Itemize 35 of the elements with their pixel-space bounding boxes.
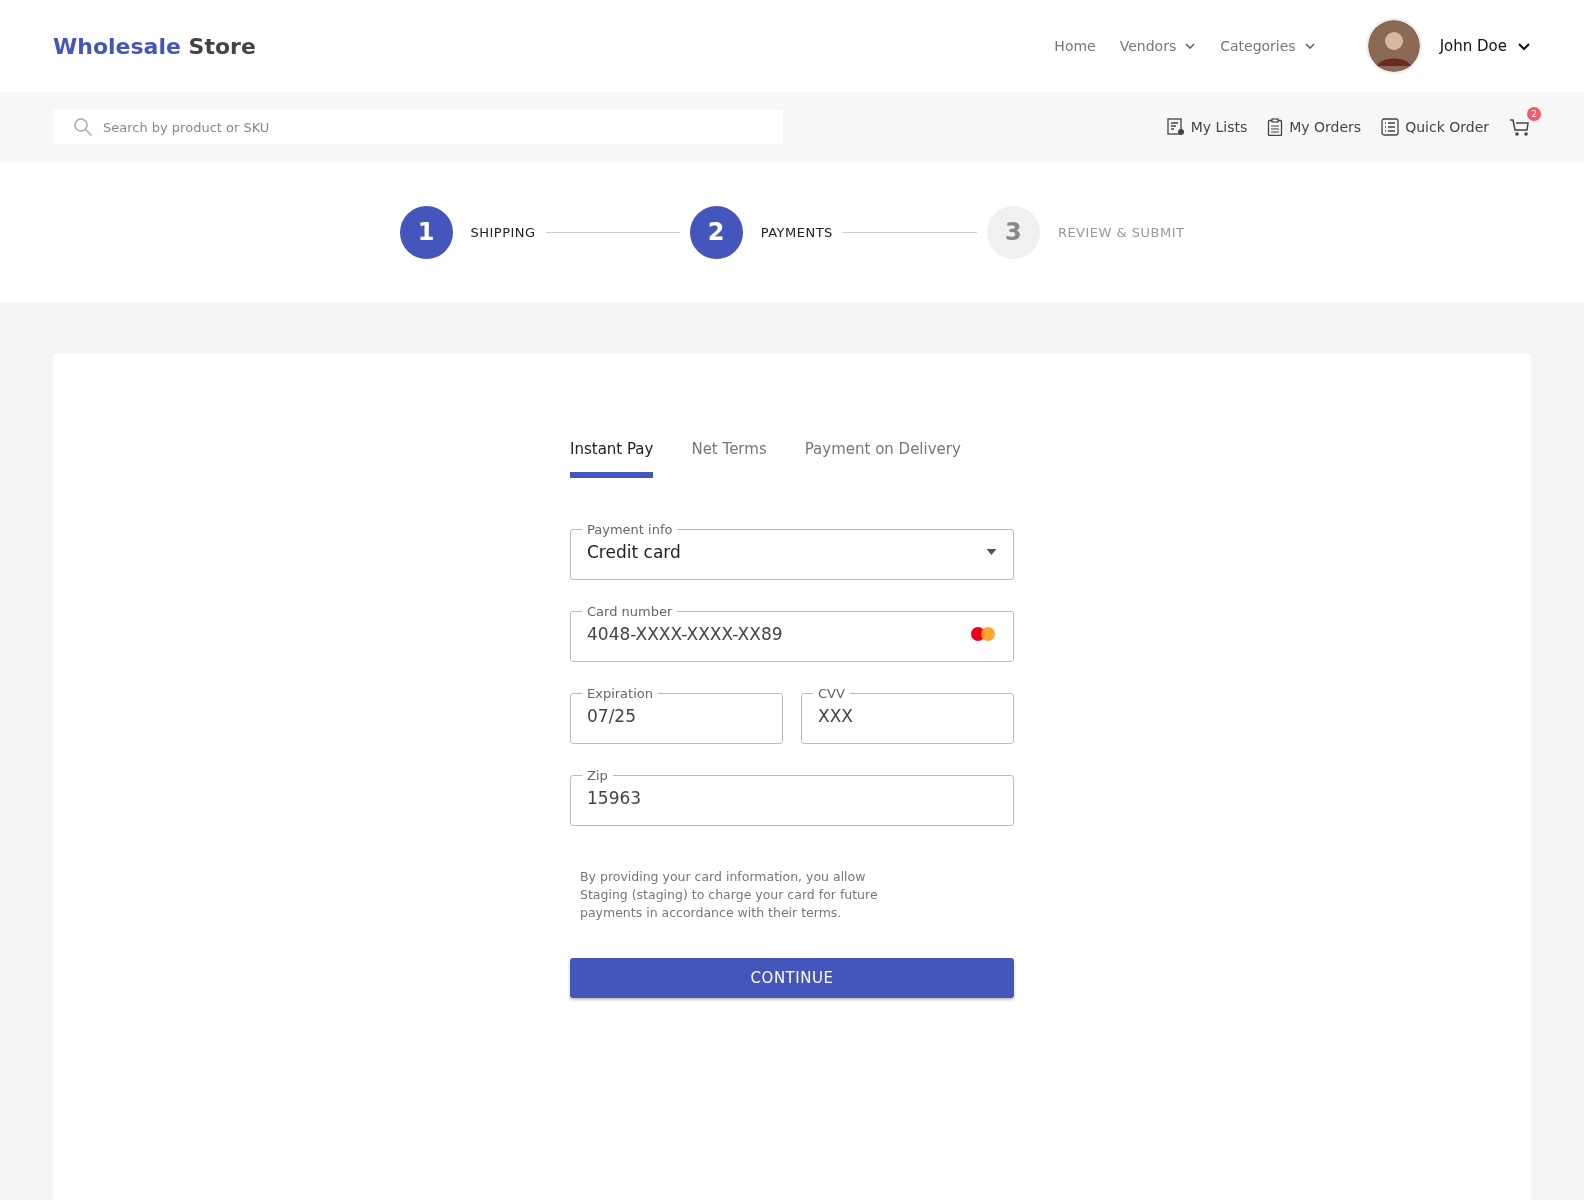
search-field[interactable]: Search by product or SKU: [53, 110, 783, 144]
select-field[interactable]: Payment info Credit card: [570, 522, 1014, 580]
step-label: PAYMENTS: [760, 224, 833, 240]
nav-link[interactable]: Home: [1054, 38, 1096, 54]
step-number: 3: [986, 205, 1040, 259]
clipboard-icon: [1267, 118, 1284, 136]
input-field[interactable]: Expiration 07/25: [570, 686, 783, 744]
payment-tab[interactable]: Net Terms: [691, 440, 767, 478]
input-field[interactable]: Card number 4048-XXXX-XXXX-XX89: [570, 604, 1014, 662]
dropdown-arrow-icon: [986, 549, 997, 555]
input-field[interactable]: CVV XXX: [801, 686, 1014, 744]
step-label: SHIPPING: [470, 224, 536, 240]
cart-count-badge: 2: [1527, 107, 1541, 121]
consent-text: By providing your card information, you allow Staging (staging) to charge your card for future payments in accordance with their terms.: [580, 868, 879, 922]
list-icon: [1381, 118, 1400, 136]
toolbar-link[interactable]: Quick Order: [1381, 118, 1489, 136]
nav-link[interactable]: Categories: [1220, 38, 1316, 54]
continue-button[interactable]: CONTINUE: [570, 958, 1014, 998]
chevron-down-icon: [1517, 41, 1531, 51]
toolbar-link[interactable]: My Orders: [1267, 118, 1362, 136]
toolbar-link[interactable]: My Lists: [1166, 118, 1248, 136]
search-icon: [73, 117, 93, 137]
list-gear-icon: [1166, 118, 1185, 136]
input-field[interactable]: Zip 15963: [570, 768, 1014, 826]
nav-link[interactable]: Vendors: [1119, 38, 1197, 54]
step-label: REVIEW & SUBMIT: [1057, 224, 1185, 240]
cart-icon[interactable]: [1509, 117, 1531, 137]
store-logo[interactable]: Wholesale Store: [53, 33, 256, 59]
step-number: 1: [399, 205, 453, 259]
payment-tab[interactable]: Instant Pay: [570, 440, 654, 478]
payment-tab[interactable]: Payment on Delivery: [804, 440, 961, 478]
user-menu[interactable]: John Doe: [1439, 37, 1531, 55]
card-brand-icon: [969, 626, 997, 642]
avatar-icon[interactable]: [1365, 18, 1422, 74]
step-number: 2: [689, 205, 743, 259]
